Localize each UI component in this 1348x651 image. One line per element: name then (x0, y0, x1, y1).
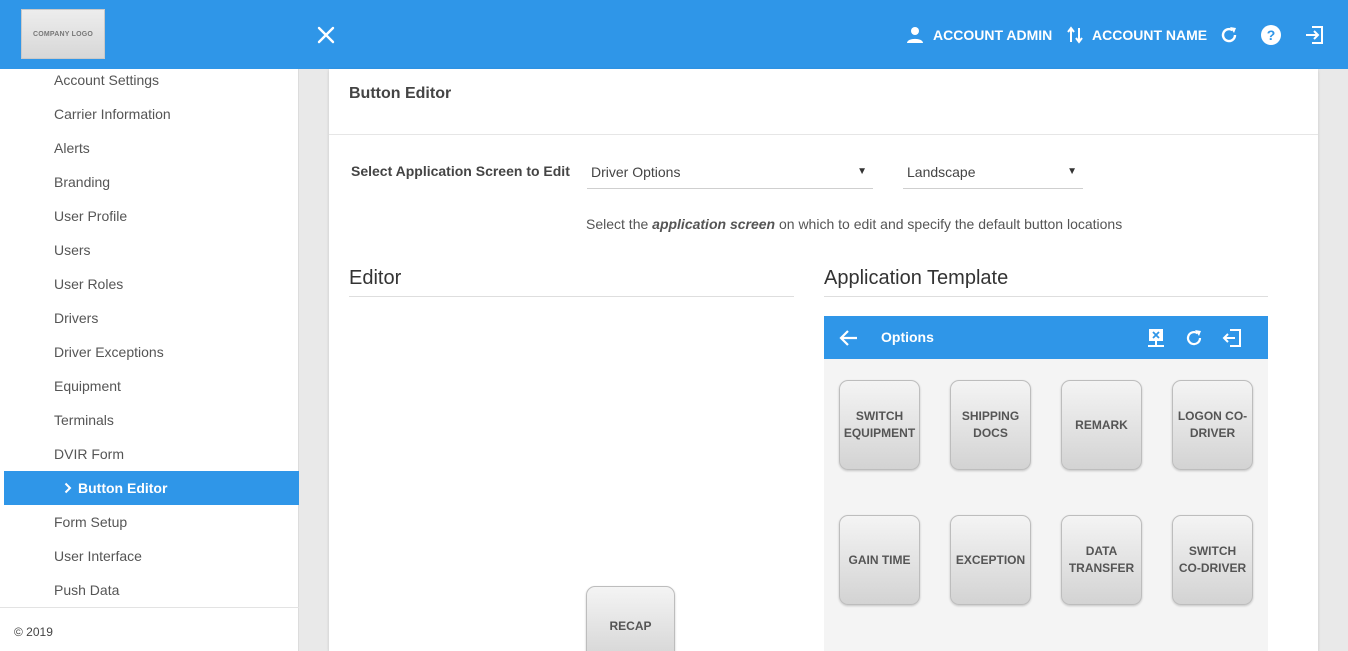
screen-select-label: Select Application Screen to Edit (351, 163, 570, 179)
template-button-remark[interactable]: REMARK (1061, 380, 1142, 470)
account-name-button[interactable]: ACCOUNT NAME (1066, 22, 1207, 48)
sidebar-item-alerts[interactable]: Alerts (54, 138, 90, 172)
template-refresh-button[interactable] (1182, 326, 1206, 350)
refresh-icon (1186, 330, 1202, 346)
close-icon (317, 26, 335, 44)
template-title: Options (881, 329, 934, 345)
template-button-data-transfer[interactable]: DATA TRANSFER (1061, 515, 1142, 605)
svg-text:?: ? (1267, 27, 1276, 43)
swap-vertical-icon (1067, 26, 1083, 44)
hint-emphasis: application screen (652, 216, 776, 232)
template-button-exception[interactable]: EXCEPTION (950, 515, 1031, 605)
sidebar-item-terminals[interactable]: Terminals (54, 410, 114, 444)
divider (329, 134, 1318, 135)
sidebar-item-driver-exceptions[interactable]: Driver Exceptions (54, 342, 164, 376)
main-panel: Button Editor Select Application Screen … (329, 69, 1318, 651)
top-bar: COMPANY LOGO ACCOUNT ADMIN ACCOUNT NAME … (0, 0, 1348, 69)
sidebar-item-branding[interactable]: Branding (54, 172, 110, 206)
copyright-footer: © 2019 (0, 607, 299, 651)
network-disconnect-icon (1148, 329, 1164, 347)
help-icon: ? (1261, 25, 1281, 45)
screen-select[interactable]: Driver Options ▼ (587, 157, 873, 189)
logout-button[interactable] (1301, 22, 1327, 48)
orientation-select-value: Landscape (907, 164, 976, 180)
template-network-button[interactable] (1144, 326, 1168, 350)
sidebar-item-users[interactable]: Users (54, 240, 91, 274)
application-template: Options SWITCH EQUIPMENT SHIPPING DOCS R… (824, 316, 1268, 651)
sidebar-item-label: Button Editor (78, 480, 168, 496)
refresh-icon (1221, 27, 1237, 43)
template-button-switch-equipment[interactable]: SWITCH EQUIPMENT (839, 380, 920, 470)
template-back-button[interactable] (838, 327, 860, 349)
person-icon (907, 27, 923, 43)
arrow-left-icon (839, 330, 857, 346)
login-icon (1222, 329, 1241, 347)
close-menu-button[interactable] (313, 22, 339, 48)
screen-select-value: Driver Options (591, 164, 681, 180)
sidebar-item-equipment[interactable]: Equipment (54, 376, 121, 410)
dropdown-arrow-icon: ▼ (1067, 166, 1077, 177)
orientation-select[interactable]: Landscape ▼ (903, 157, 1083, 189)
company-logo[interactable]: COMPANY LOGO (21, 9, 105, 59)
editor-heading: Editor (349, 267, 794, 297)
hint-prefix: Select the (586, 216, 653, 232)
template-button-switch-co-driver[interactable]: SWITCH CO-DRIVER (1172, 515, 1253, 605)
template-button-shipping-docs[interactable]: SHIPPING DOCS (950, 380, 1031, 470)
editor-button-recap[interactable]: RECAP (586, 586, 675, 651)
sidebar-item-user-roles[interactable]: User Roles (54, 274, 123, 308)
sidebar-item-user-interface[interactable]: User Interface (54, 546, 142, 580)
sidebar-item-button-editor[interactable]: Button Editor (4, 471, 299, 505)
sidebar-item-account-settings[interactable]: Account Settings (54, 70, 159, 104)
refresh-button[interactable] (1216, 22, 1242, 48)
sidebar: Account Settings Carrier Information Ale… (0, 69, 299, 651)
sidebar-item-user-profile[interactable]: User Profile (54, 206, 127, 240)
account-name-label: ACCOUNT NAME (1092, 27, 1208, 43)
dropdown-arrow-icon: ▼ (857, 166, 867, 177)
template-login-button[interactable] (1220, 326, 1244, 350)
template-button-gain-time[interactable]: GAIN TIME (839, 515, 920, 605)
template-toolbar: Options (824, 316, 1268, 359)
page-title: Button Editor (349, 85, 452, 102)
sidebar-item-carrier-information[interactable]: Carrier Information (54, 104, 171, 138)
sidebar-item-drivers[interactable]: Drivers (54, 308, 98, 342)
select-hint: Select the application screen on which t… (586, 216, 1122, 232)
help-button[interactable]: ? (1258, 22, 1284, 48)
template-heading: Application Template (824, 267, 1268, 297)
account-admin-label: ACCOUNT ADMIN (933, 27, 1053, 43)
chevron-right-icon (64, 482, 72, 494)
template-button-logon-co-driver[interactable]: LOGON CO-DRIVER (1172, 380, 1253, 470)
logout-icon (1306, 26, 1323, 44)
hint-suffix: on which to edit and specify the default… (775, 216, 1123, 232)
account-admin-button[interactable]: ACCOUNT ADMIN (905, 22, 1052, 48)
sidebar-item-form-setup[interactable]: Form Setup (54, 512, 127, 546)
